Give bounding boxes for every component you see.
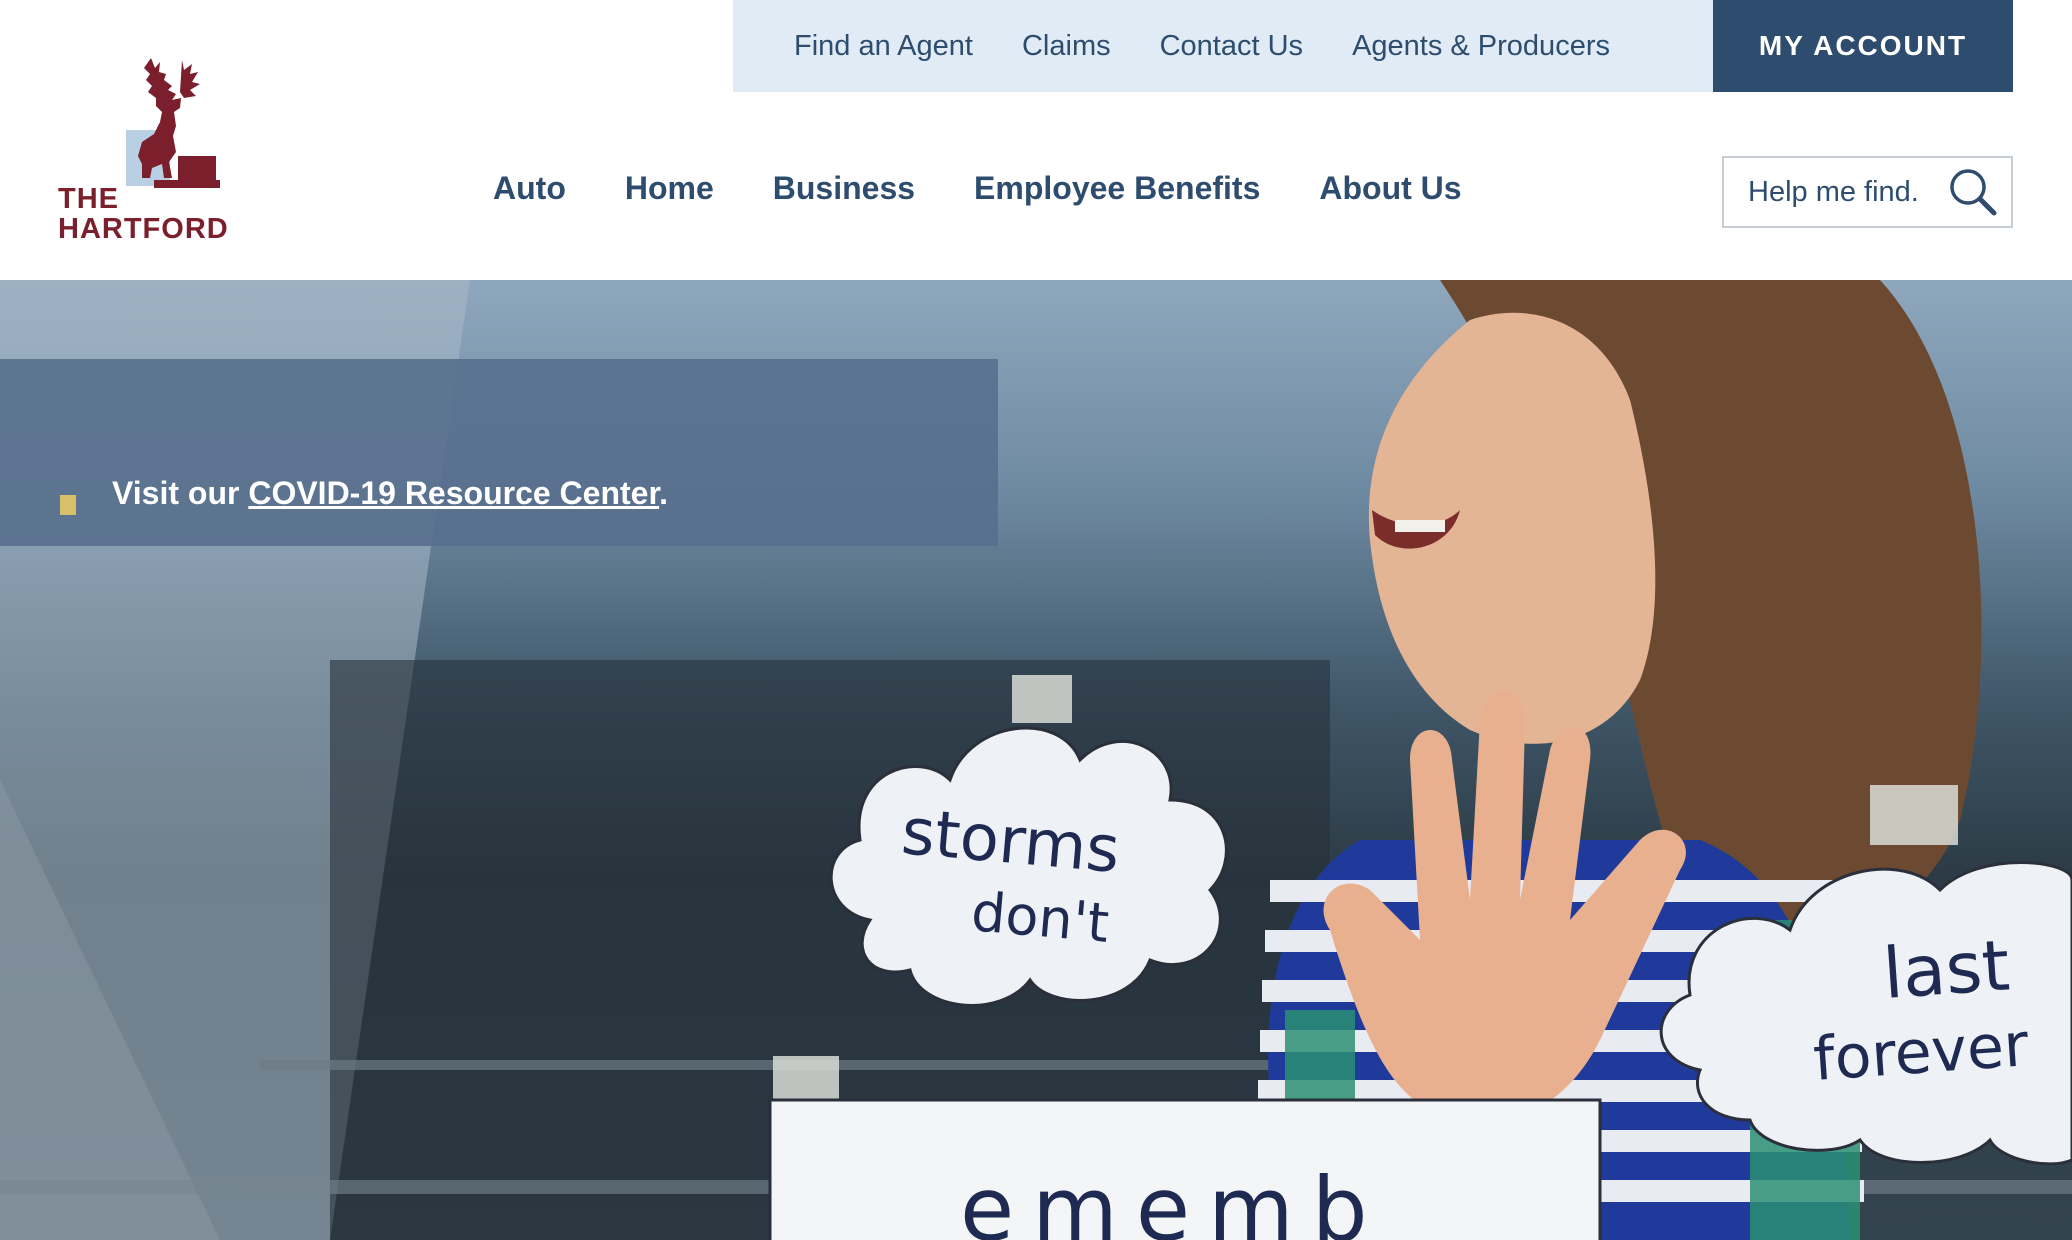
agents-producers-link[interactable]: Agents & Producers	[1352, 30, 1610, 63]
logo-text-hartford: HARTFORD	[58, 213, 229, 245]
covid-banner: Visit our COVID-19 Resource Center.	[0, 359, 998, 546]
main-nav: Auto Home Business Employee Benefits Abo…	[493, 170, 1462, 207]
bottom-sign-text: ememb	[960, 1158, 1386, 1240]
cloud-right-line2: forever	[1811, 1010, 2031, 1095]
nav-item-employee-benefits[interactable]: Employee Benefits	[974, 170, 1260, 207]
site-header: THE HARTFORD Find an Agent Claims Contac…	[0, 0, 2072, 280]
search-box	[1722, 156, 2013, 228]
cloud-right-line1: last	[1880, 924, 2012, 1015]
claims-link[interactable]: Claims	[1022, 30, 1111, 63]
banner-suffix: .	[659, 475, 669, 511]
banner-prefix: Visit our	[112, 475, 249, 511]
nav-item-about-us[interactable]: About Us	[1319, 170, 1461, 207]
hero-section: storms don't last forever ememb Visit ou…	[0, 280, 2072, 1240]
my-account-button[interactable]: MY ACCOUNT	[1713, 0, 2013, 92]
nav-item-business[interactable]: Business	[773, 170, 915, 207]
find-agent-link[interactable]: Find an Agent	[794, 30, 973, 63]
nav-item-home[interactable]: Home	[625, 170, 714, 207]
logo-text-the: THE	[58, 183, 119, 215]
hartford-logo[interactable]: THE HARTFORD	[56, 56, 246, 246]
banner-marker	[60, 495, 76, 515]
nav-item-auto[interactable]: Auto	[493, 170, 566, 207]
contact-us-link[interactable]: Contact Us	[1160, 30, 1303, 63]
cloud-left-line2: don't	[969, 880, 1112, 955]
banner-text: Visit our COVID-19 Resource Center.	[112, 475, 668, 512]
covid-resource-center-link[interactable]: COVID-19 Resource Center	[248, 475, 659, 511]
search-input[interactable]	[1748, 175, 1968, 209]
utility-nav: Find an Agent Claims Contact Us Agents &…	[733, 0, 1713, 92]
search-icon[interactable]	[1947, 166, 1999, 218]
